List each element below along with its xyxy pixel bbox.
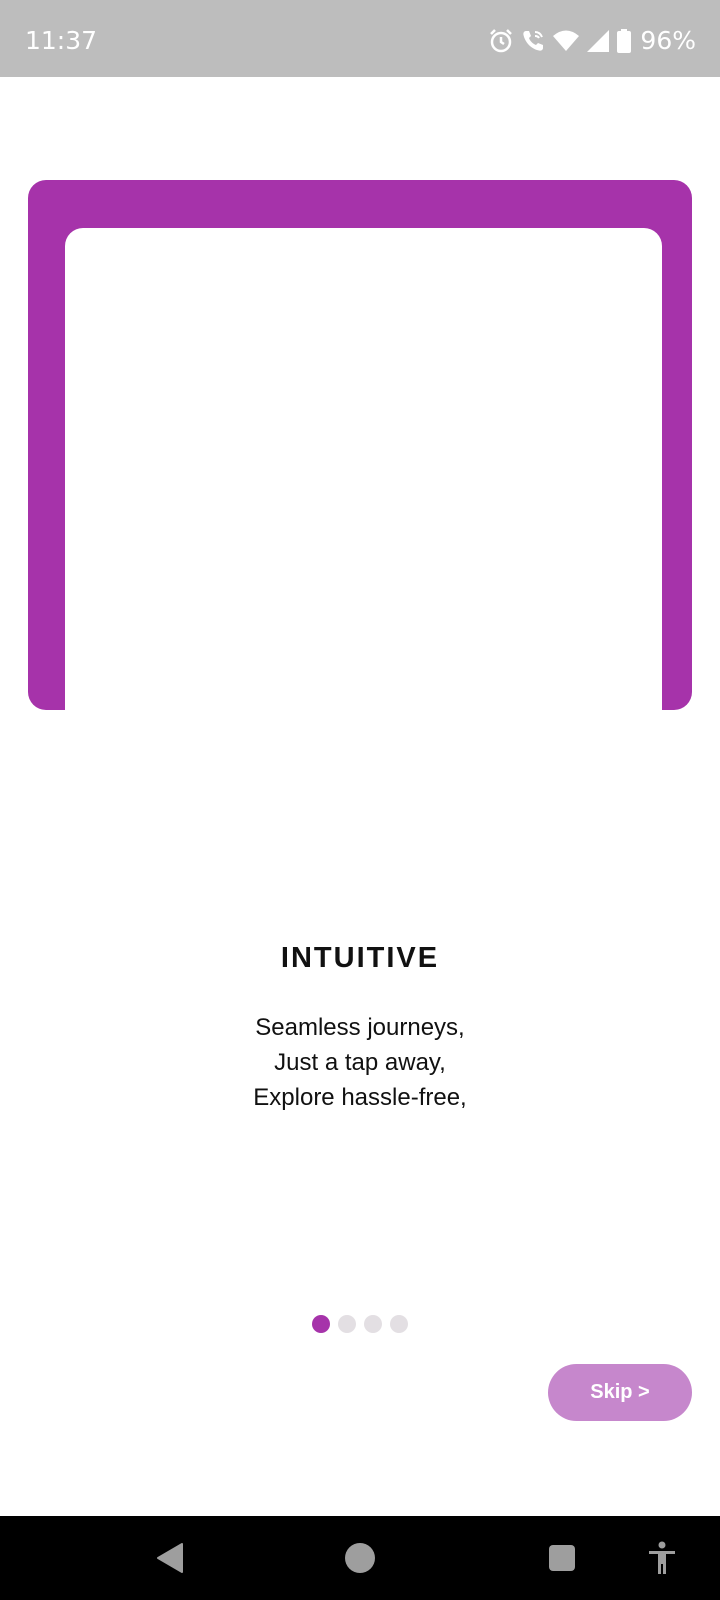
page-dot-4[interactable]: [390, 1315, 408, 1333]
status-time: 11:37: [25, 26, 98, 55]
recents-icon[interactable]: [532, 1516, 592, 1600]
wifi-call-icon: [520, 28, 546, 54]
page-dot-2[interactable]: [338, 1315, 356, 1333]
description-line: Seamless journeys,: [255, 1014, 465, 1041]
page-dot-3[interactable]: [364, 1315, 382, 1333]
page-dot-1[interactable]: [312, 1315, 330, 1333]
status-icons: 96%: [488, 26, 696, 56]
home-icon[interactable]: [330, 1516, 390, 1600]
navigation-bar: [0, 1516, 720, 1600]
description-line: Explore hassle-free,: [253, 1084, 467, 1111]
onboarding-description: Seamless journeys, Just a tap away, Expl…: [0, 1010, 720, 1115]
signal-icon: [586, 28, 610, 54]
skip-button[interactable]: Skip >: [548, 1364, 692, 1421]
battery-icon: [616, 28, 632, 54]
onboarding-title: INTUITIVE: [280, 942, 440, 974]
page-indicator: [0, 1315, 720, 1333]
back-icon[interactable]: [140, 1516, 200, 1600]
wifi-icon: [552, 28, 580, 54]
status-bar: 11:37 96%: [0, 0, 720, 77]
battery-percent: 96%: [640, 26, 696, 55]
description-line: Just a tap away,: [274, 1049, 446, 1076]
illustration-placeholder: [65, 228, 662, 712]
accessibility-icon[interactable]: [640, 1516, 684, 1600]
alarm-icon: [488, 28, 514, 54]
